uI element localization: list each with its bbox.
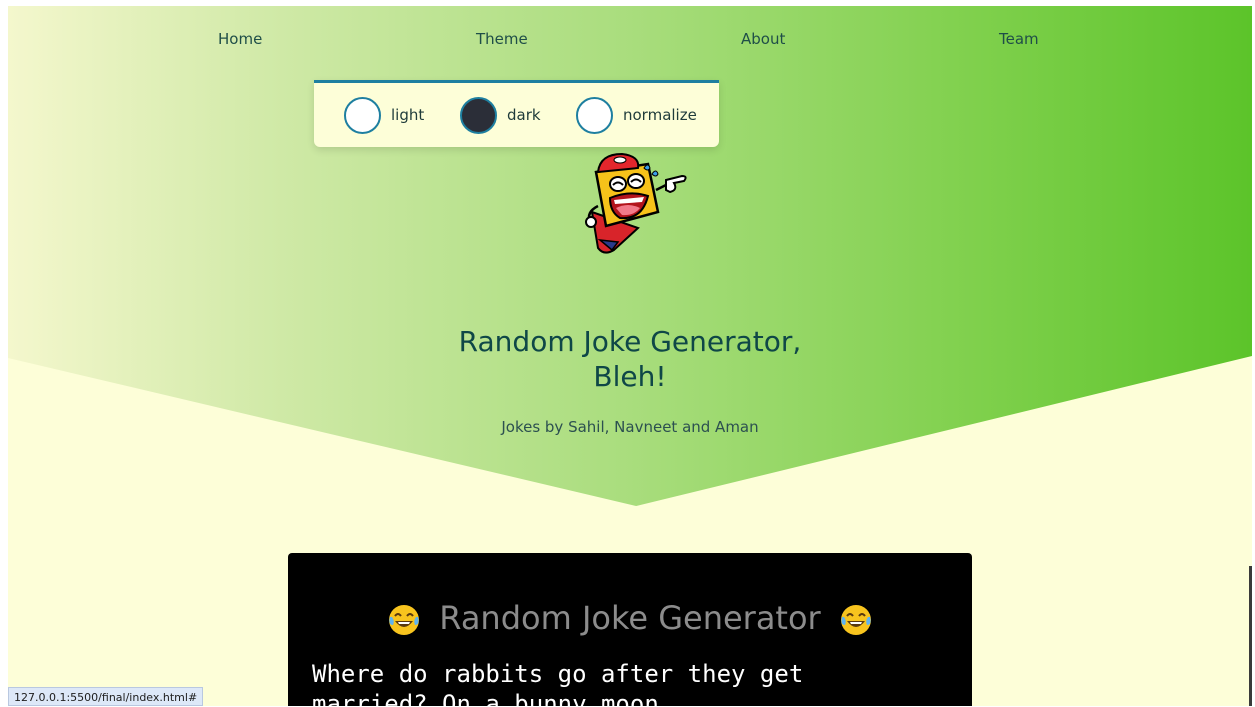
title-line-1: Random Joke Generator, [458, 325, 802, 358]
theme-option-normalize[interactable]: normalize [576, 96, 697, 134]
theme-option-dark[interactable]: dark [460, 96, 541, 134]
joke-text: Where do rabbits go after they get marri… [312, 659, 952, 706]
top-nav: Home Theme About Team [8, 30, 1252, 50]
laughing-mascot-icon [585, 152, 687, 254]
status-bar-url: 127.0.0.1:5500/final/index.html# [8, 687, 204, 706]
nav-team-link[interactable]: Team [999, 30, 1039, 48]
joke-card: Random Joke Generator Where do rabbits g… [288, 553, 972, 706]
theme-option-label: normalize [623, 106, 697, 124]
nav-theme-link[interactable]: Theme [476, 30, 528, 48]
light-swatch-icon [344, 96, 381, 134]
nav-about-link[interactable]: About [741, 30, 785, 48]
page-viewport: Home Theme About Team light dark normali… [8, 6, 1252, 706]
theme-option-label: dark [507, 106, 541, 124]
theme-option-label: light [391, 106, 425, 124]
normalize-swatch-icon [576, 96, 613, 134]
joke-line-2: married? On a bunny moon. [312, 690, 674, 706]
page-subtitle: Jokes by Sahil, Navneet and Aman [501, 418, 759, 436]
title-line-2: Bleh! [593, 360, 667, 393]
laughing-tears-emoji-icon [389, 605, 420, 635]
joke-card-heading-text: Random Joke Generator [439, 599, 821, 637]
scrollbar-thumb[interactable] [1249, 566, 1252, 706]
theme-dropdown-menu: light dark normalize [314, 80, 719, 147]
nav-home-link[interactable]: Home [218, 30, 262, 48]
joke-card-heading: Random Joke Generator [288, 599, 972, 637]
laughing-tears-emoji-icon [840, 605, 871, 635]
dark-swatch-icon [460, 96, 497, 134]
theme-option-light[interactable]: light [344, 96, 424, 134]
page-title: Random Joke Generator, Bleh! [8, 324, 1252, 394]
joke-line-1: Where do rabbits go after they get [312, 660, 804, 688]
